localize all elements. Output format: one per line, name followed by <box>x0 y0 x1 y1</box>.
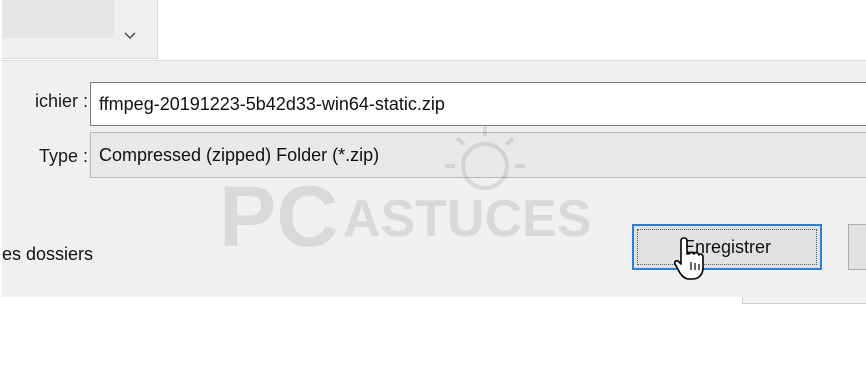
hide-folders-label: es dossiers <box>2 244 94 264</box>
filetype-select[interactable]: Compressed (zipped) Folder (*.zip) <box>90 132 866 178</box>
lower-panel-edge <box>742 297 866 304</box>
navigation-strip <box>2 0 866 60</box>
filename-label: ichier : <box>34 91 88 111</box>
save-button[interactable]: Enregistrer <box>632 224 822 270</box>
cancel-button[interactable] <box>848 224 866 270</box>
folder-view-dropdown[interactable] <box>2 0 158 59</box>
save-button-label: Enregistrer <box>682 237 772 257</box>
dropdown-field <box>2 0 114 38</box>
filetype-value: Compressed (zipped) Folder (*.zip) <box>99 145 380 165</box>
chevron-down-icon[interactable] <box>122 28 138 44</box>
save-dialog: ichier : Type : Compressed (zipped) Fold… <box>0 0 866 365</box>
filename-input[interactable] <box>90 82 866 126</box>
lower-area <box>2 297 866 365</box>
hide-folders-toggle[interactable]: es dossiers <box>2 244 162 265</box>
filetype-label: Type : <box>38 146 88 166</box>
